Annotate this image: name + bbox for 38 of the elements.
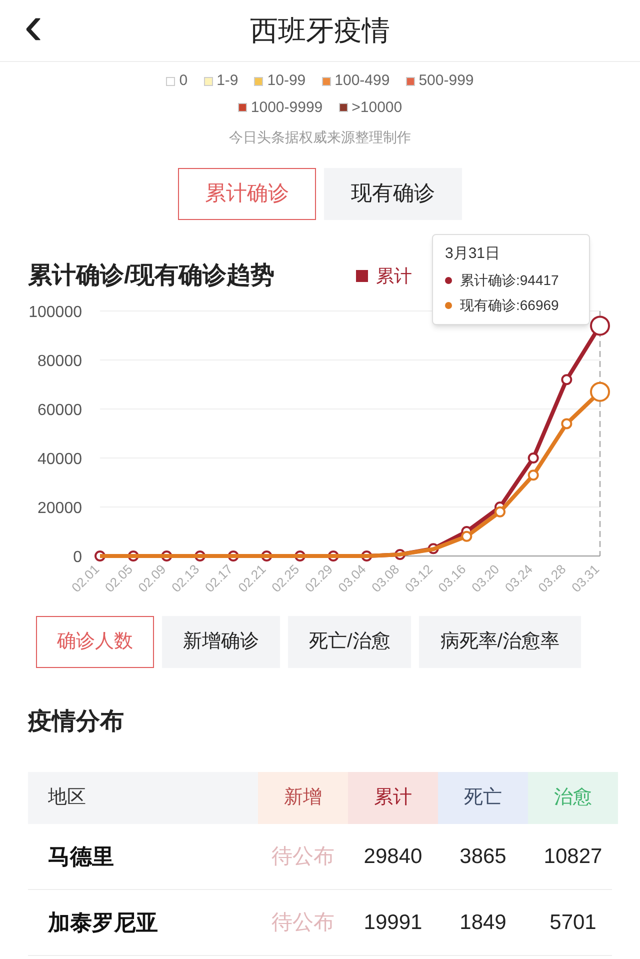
table-cell-text: 马德里 [47, 843, 115, 871]
series-name: 累计确诊 [460, 270, 516, 290]
y-axis-label: 100000 [28, 304, 82, 321]
tooltip-value: :66969 [516, 296, 559, 314]
column-header: 累计 [348, 772, 438, 824]
y-axis-label: 0 [73, 549, 82, 566]
y-axis-label: 40000 [38, 451, 82, 468]
legend-label: 100-499 [334, 71, 390, 91]
column-header: 新增 [258, 772, 348, 824]
legend-label: 1000-9999 [250, 98, 323, 118]
legend-label: 累计 [376, 264, 412, 288]
y-axis-label: 20000 [38, 500, 82, 517]
table-cell-text: 待公布 [270, 844, 336, 870]
column-header: 地区 [28, 772, 258, 824]
legend-label: 1-9 [216, 71, 238, 91]
page-title: 西班牙疫情 [250, 14, 390, 48]
section-title: 疫情分布 [26, 707, 125, 737]
legend-label: 500-999 [418, 71, 474, 91]
series-name: 现有确诊 [460, 296, 516, 314]
tooltip-date: 3月31日 [445, 244, 502, 264]
table-cell-text: 加泰罗尼亚 [46, 909, 159, 937]
legend-label: 0 [179, 71, 188, 91]
y-axis-label: 80000 [38, 353, 82, 370]
table-cell-text: 1849 [458, 910, 508, 936]
table-cell-text: 29840 [362, 844, 424, 870]
y-axis-label: 60000 [38, 402, 82, 419]
legend-label: >10000 [352, 98, 402, 118]
tooltip-value: :94417 [516, 270, 559, 290]
table-cell-text: 3865 [458, 844, 508, 870]
table-cell-text: 5701 [548, 910, 598, 936]
column-header: 死亡 [438, 772, 528, 824]
chart-title: 累计确诊/现有确诊趋势 [28, 261, 275, 291]
table-cell-text: 待公布 [270, 910, 336, 936]
legend-label: 10-99 [267, 71, 306, 91]
table-cell-text: 10827 [542, 844, 604, 870]
table-cell-text: 19991 [362, 910, 424, 936]
column-header: 治愈 [528, 772, 618, 824]
source-note: 今日头条据权威来源整理制作 [228, 128, 412, 147]
